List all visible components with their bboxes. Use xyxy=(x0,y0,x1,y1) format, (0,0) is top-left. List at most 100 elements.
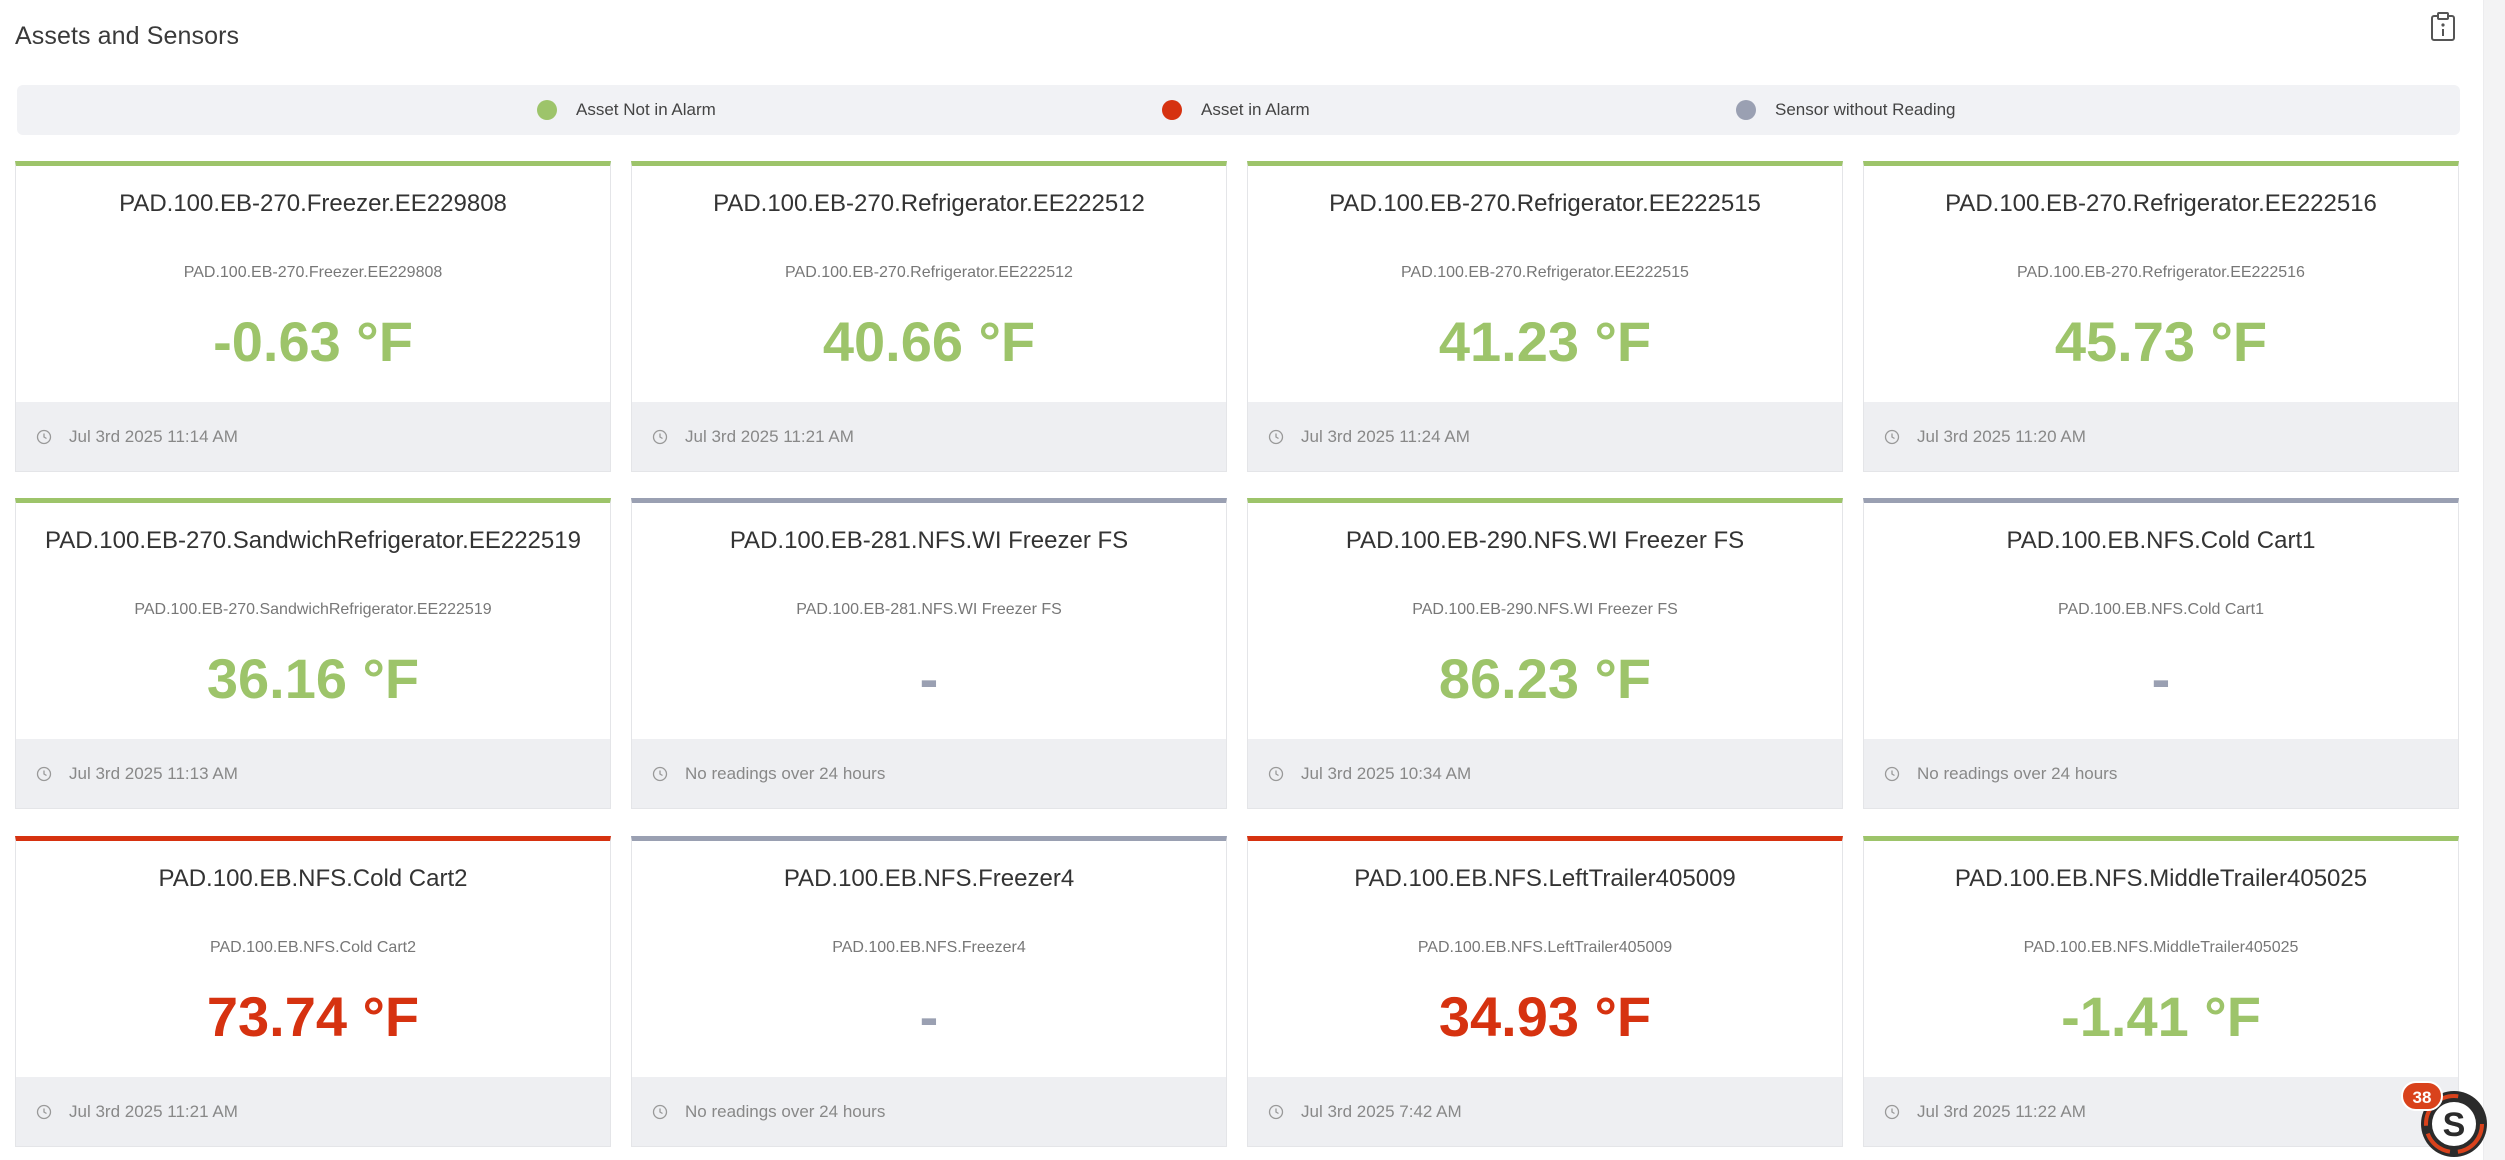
sensor-name: PAD.100.EB-281.NFS.WI Freezer FS xyxy=(796,601,1062,618)
reading-time: Jul 3rd 2025 11:14 AM xyxy=(69,426,238,446)
asset-card[interactable]: PAD.100.EB.NFS.LeftTrailer405009 PAD.100.… xyxy=(1247,836,1843,1147)
clock-icon xyxy=(36,429,52,445)
reading-time: Jul 3rd 2025 11:20 AM xyxy=(1917,426,2086,446)
reading-timestamp-bar: Jul 3rd 2025 11:24 AM xyxy=(1248,402,1842,471)
clock-icon xyxy=(1884,766,1900,782)
reading-time: Jul 3rd 2025 10:34 AM xyxy=(1301,763,1472,783)
asset-card[interactable]: PAD.100.EB-290.NFS.WI Freezer FS PAD.100.… xyxy=(1247,498,1843,809)
sensor-name: PAD.100.EB-270.Refrigerator.EE222515 xyxy=(1401,264,1689,281)
temperature-reading: 86.23 °F xyxy=(1438,647,1652,710)
reading-time: Jul 3rd 2025 7:42 AM xyxy=(1301,1101,1462,1121)
reading-time: Jul 3rd 2025 11:21 AM xyxy=(685,426,854,446)
reading-timestamp-bar: Jul 3rd 2025 11:20 AM xyxy=(1864,402,2458,471)
report-info-icon[interactable] xyxy=(2430,12,2456,42)
reading-timestamp-bar: Jul 3rd 2025 11:21 AM xyxy=(16,1077,610,1146)
asset-name: PAD.100.EB.NFS.LeftTrailer405009 xyxy=(1354,865,1736,892)
asset-name: PAD.100.EB-270.Refrigerator.EE222512 xyxy=(713,190,1145,217)
asset-name: PAD.100.EB-270.Refrigerator.EE222515 xyxy=(1329,190,1761,217)
sensor-name: PAD.100.EB-270.Refrigerator.EE222516 xyxy=(2017,264,2305,281)
reading-timestamp-bar: Jul 3rd 2025 7:42 AM xyxy=(1248,1077,1842,1146)
notification-count-badge: 38 xyxy=(2401,1081,2443,1111)
asset-card[interactable]: PAD.100.EB-270.SandwichRefrigerator.EE22… xyxy=(15,498,611,809)
asset-name: PAD.100.EB-270.SandwichRefrigerator.EE22… xyxy=(45,527,581,554)
sensor-name: PAD.100.EB.NFS.Cold Cart1 xyxy=(2057,601,2264,618)
reading-time: Jul 3rd 2025 11:13 AM xyxy=(69,763,238,783)
asset-name: PAD.100.EB.NFS.MiddleTrailer405025 xyxy=(1954,865,2368,892)
reading-timestamp-bar: No readings over 24 hours xyxy=(632,739,1226,808)
asset-name: PAD.100.EB-281.NFS.WI Freezer FS xyxy=(729,527,1129,554)
asset-card[interactable]: PAD.100.EB.NFS.Cold Cart2 PAD.100.EB.NFS.… xyxy=(15,836,611,1147)
temperature-reading: 40.66 °F xyxy=(822,310,1036,373)
legend-label: Asset in Alarm xyxy=(1201,100,1310,119)
asset-card[interactable]: PAD.100.EB-270.Refrigerator.EE222512 PAD.… xyxy=(631,161,1227,472)
reading-timestamp-bar: No readings over 24 hours xyxy=(1864,739,2458,808)
reading-timestamp-bar: Jul 3rd 2025 10:34 AM xyxy=(1248,739,1842,808)
reading-timestamp-bar: Jul 3rd 2025 11:13 AM xyxy=(16,739,610,808)
support-chat-launcher[interactable]: S 38 xyxy=(2398,1078,2488,1160)
asset-card[interactable]: PAD.100.EB.NFS.Cold Cart1 PAD.100.EB.NFS.… xyxy=(1863,498,2459,809)
legend-dot-green xyxy=(537,100,557,120)
clock-icon xyxy=(652,429,668,445)
temperature-reading: - xyxy=(919,647,939,710)
temperature-reading: - xyxy=(919,985,939,1048)
legend-label: Sensor without Reading xyxy=(1775,100,1956,119)
reading-time: Jul 3rd 2025 11:21 AM xyxy=(69,1101,238,1121)
legend-item-in-alarm: Asset in Alarm xyxy=(1162,85,1310,135)
sensor-name: PAD.100.EB.NFS.Freezer4 xyxy=(832,939,1026,956)
clock-icon xyxy=(1268,429,1284,445)
temperature-reading: - xyxy=(2151,647,2171,710)
temperature-reading: 34.93 °F xyxy=(1438,985,1652,1048)
reading-time: No readings over 24 hours xyxy=(1917,763,2118,783)
clock-icon xyxy=(1268,766,1284,782)
temperature-reading: -0.63 °F xyxy=(213,310,413,373)
asset-card[interactable]: PAD.100.EB-281.NFS.WI Freezer FS PAD.100.… xyxy=(631,498,1227,809)
temperature-reading: 41.23 °F xyxy=(1438,310,1652,373)
clock-icon xyxy=(36,1104,52,1120)
asset-name: PAD.100.EB-270.Refrigerator.EE222516 xyxy=(1945,190,2377,217)
reading-time: Jul 3rd 2025 11:24 AM xyxy=(1301,426,1470,446)
temperature-reading: 73.74 °F xyxy=(206,985,420,1048)
clock-icon xyxy=(1268,1104,1284,1120)
reading-timestamp-bar: Jul 3rd 2025 11:14 AM xyxy=(16,402,610,471)
asset-card[interactable]: PAD.100.EB.NFS.Freezer4 PAD.100.EB.NFS.Fr… xyxy=(631,836,1227,1147)
sensor-name: PAD.100.EB-270.SandwichRefrigerator.EE22… xyxy=(134,601,492,618)
reading-time: No readings over 24 hours xyxy=(685,763,886,783)
legend-label: Asset Not in Alarm xyxy=(576,100,716,119)
sensor-name: PAD.100.EB-270.Freezer.EE229808 xyxy=(183,264,443,281)
asset-card[interactable]: PAD.100.EB-270.Freezer.EE229808 PAD.100.E… xyxy=(15,161,611,472)
sensor-name: PAD.100.EB-270.Refrigerator.EE222512 xyxy=(785,264,1073,281)
temperature-reading: -1.41 °F xyxy=(2061,985,2261,1048)
clock-icon xyxy=(1884,1104,1900,1120)
clock-icon xyxy=(652,766,668,782)
status-legend: Asset Not in Alarm Asset in Alarm Sensor… xyxy=(17,85,2460,135)
sensor-name: PAD.100.EB.NFS.LeftTrailer405009 xyxy=(1417,939,1673,956)
svg-text:S: S xyxy=(2443,1106,2466,1144)
legend-dot-gray xyxy=(1736,100,1756,120)
temperature-reading: 36.16 °F xyxy=(206,647,420,710)
asset-name: PAD.100.EB.NFS.Cold Cart2 xyxy=(158,865,468,892)
legend-dot-red xyxy=(1162,100,1182,120)
reading-time: Jul 3rd 2025 11:22 AM xyxy=(1917,1101,2086,1121)
clock-icon xyxy=(1884,429,1900,445)
reading-time: No readings over 24 hours xyxy=(685,1101,886,1121)
sensor-name: PAD.100.EB.NFS.Cold Cart2 xyxy=(209,939,416,956)
asset-card[interactable]: PAD.100.EB.NFS.MiddleTrailer405025 PAD.10… xyxy=(1863,836,2459,1147)
legend-item-not-in-alarm: Asset Not in Alarm xyxy=(537,85,716,135)
asset-card[interactable]: PAD.100.EB-270.Refrigerator.EE222516 PAD.… xyxy=(1863,161,2459,472)
asset-name: PAD.100.EB-290.NFS.WI Freezer FS xyxy=(1345,527,1745,554)
asset-card[interactable]: PAD.100.EB-270.Refrigerator.EE222515 PAD.… xyxy=(1247,161,1843,472)
temperature-reading: 45.73 °F xyxy=(2054,310,2268,373)
sensor-name: PAD.100.EB.NFS.MiddleTrailer405025 xyxy=(2023,939,2299,956)
asset-name: PAD.100.EB.NFS.Cold Cart1 xyxy=(2006,527,2316,554)
assets-sensors-page: Assets and Sensors Asset Not in Alarm As… xyxy=(0,0,2505,1160)
reading-timestamp-bar: Jul 3rd 2025 11:22 AM xyxy=(1864,1077,2458,1146)
sensor-name: PAD.100.EB-290.NFS.WI Freezer FS xyxy=(1412,601,1678,618)
legend-item-no-reading: Sensor without Reading xyxy=(1736,85,1956,135)
clock-icon xyxy=(652,1104,668,1120)
asset-name: PAD.100.EB.NFS.Freezer4 xyxy=(783,865,1075,892)
reading-timestamp-bar: No readings over 24 hours xyxy=(632,1077,1226,1146)
reading-timestamp-bar: Jul 3rd 2025 11:21 AM xyxy=(632,402,1226,471)
clock-icon xyxy=(36,766,52,782)
scrollbar[interactable] xyxy=(2483,0,2505,1160)
page-title: Assets and Sensors xyxy=(15,22,240,50)
